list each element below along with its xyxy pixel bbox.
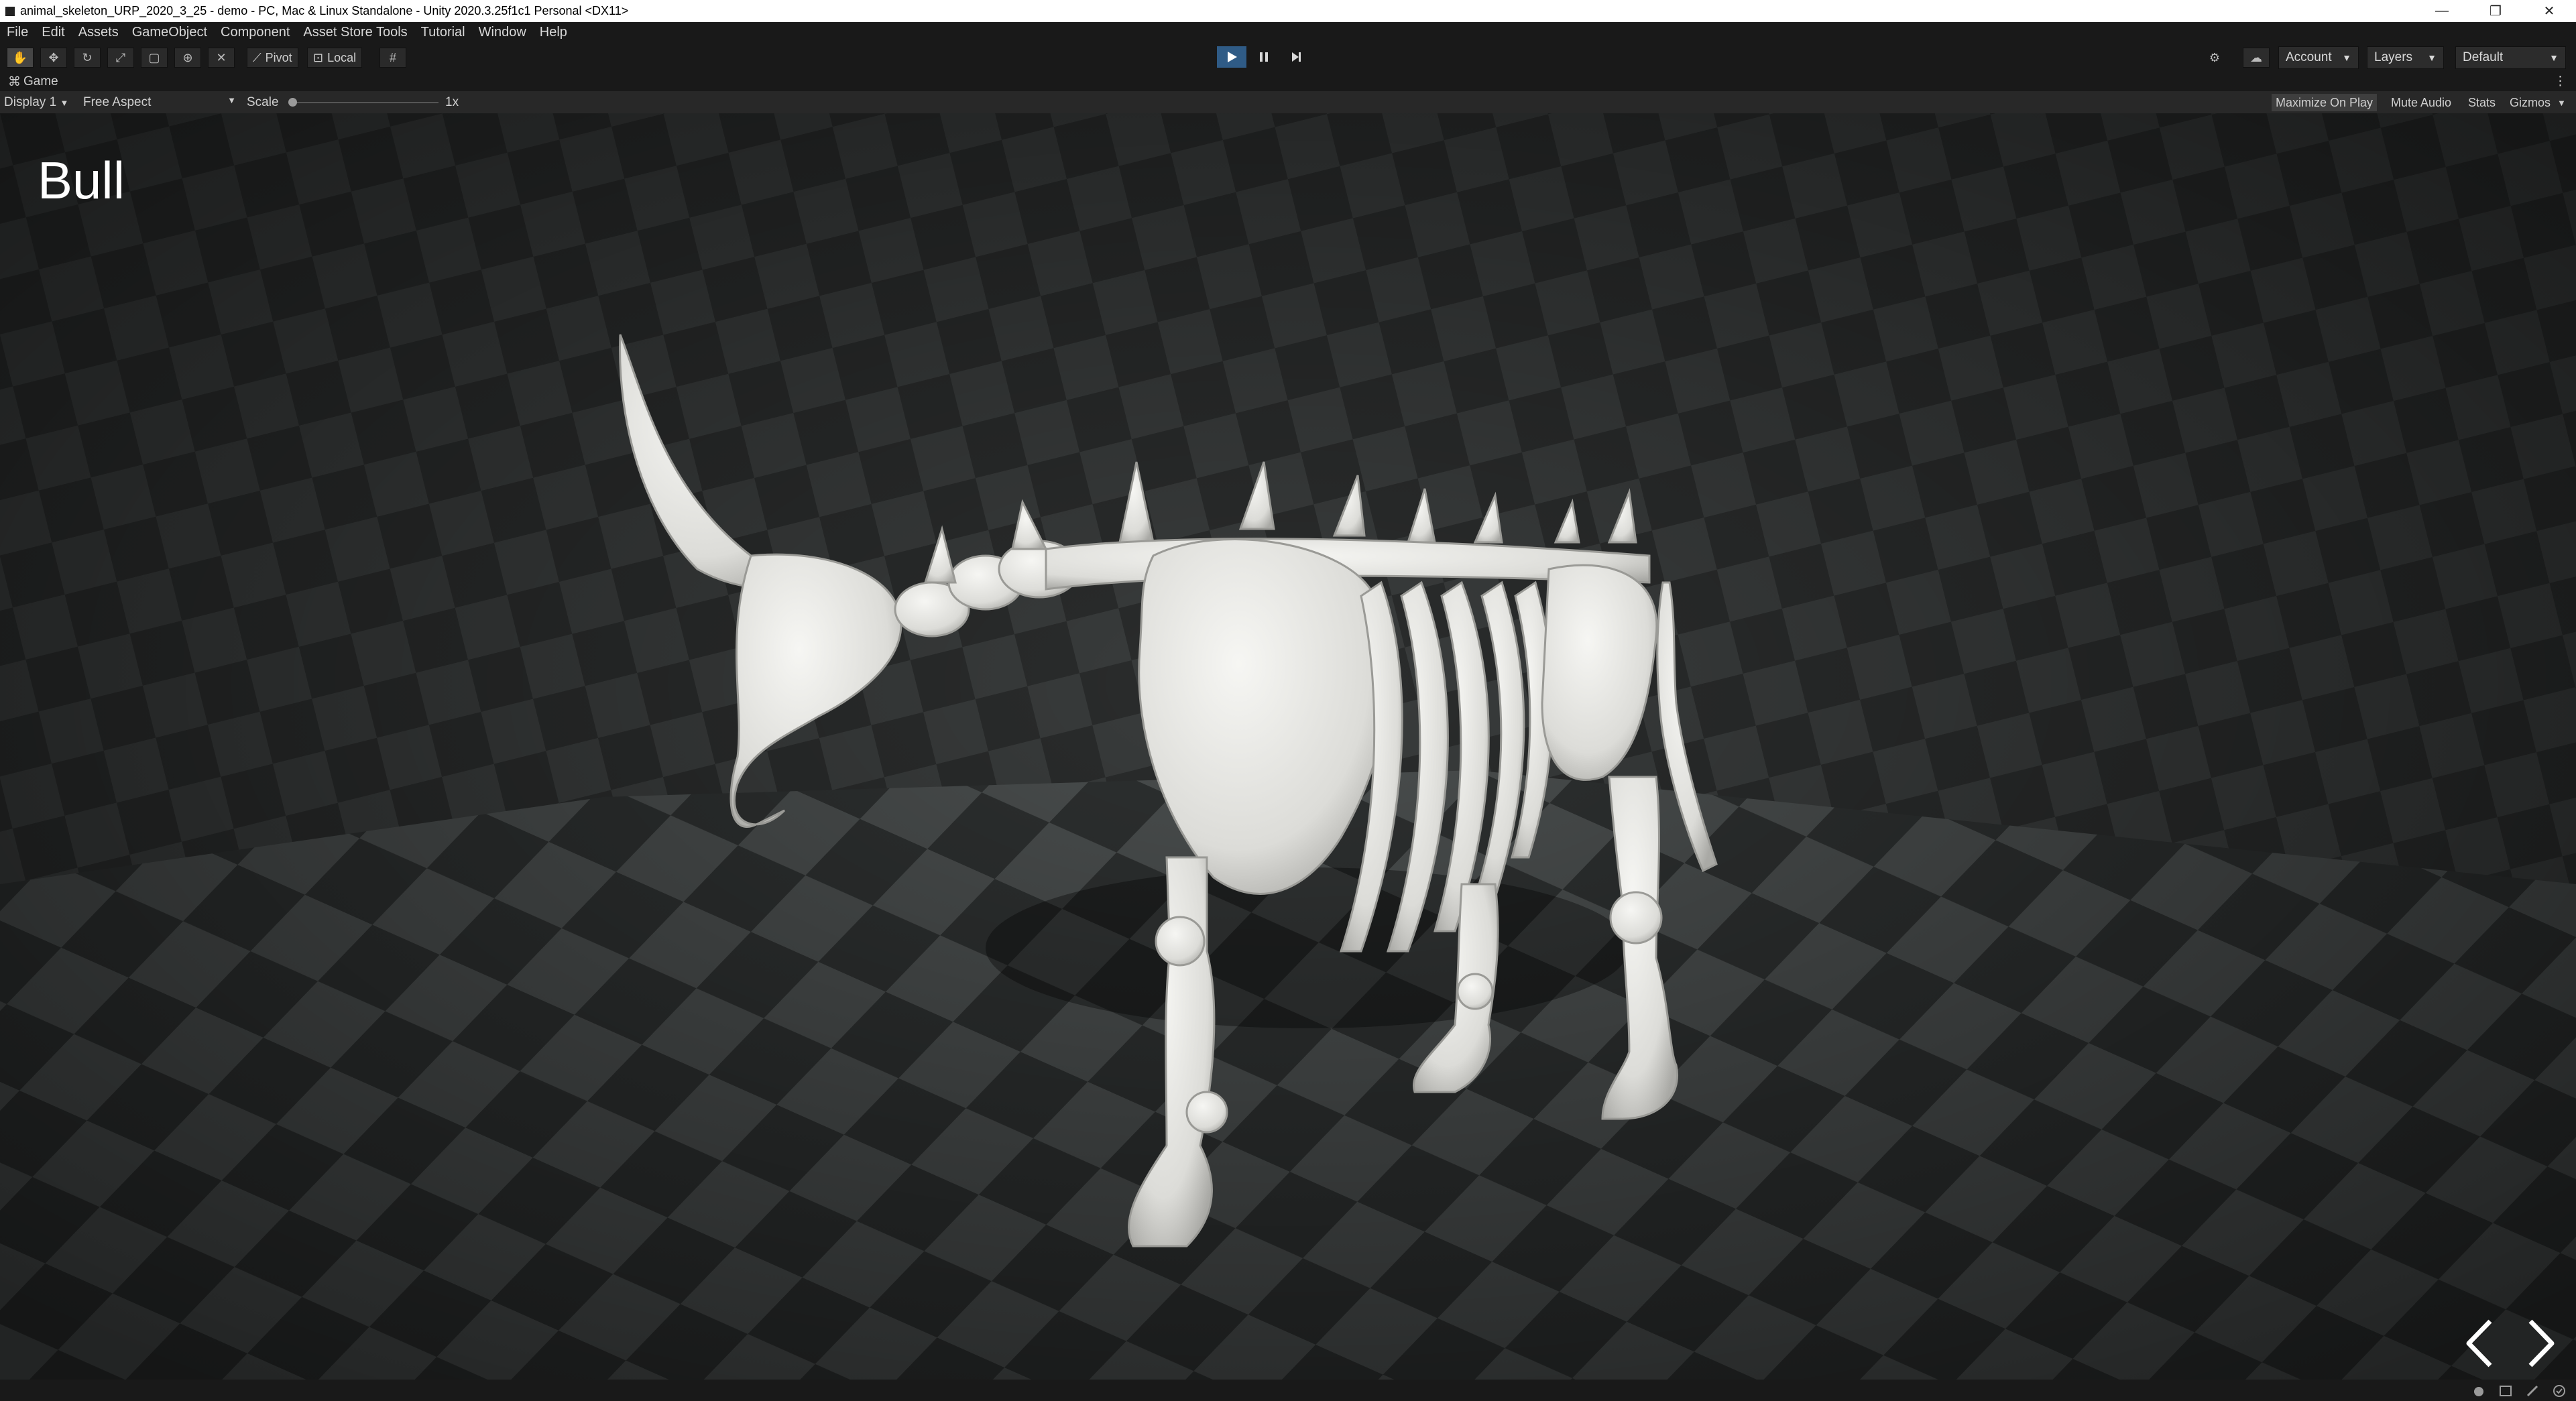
aspect-label: Free Aspect (83, 95, 152, 109)
pivot-toggle[interactable]: ⟋ Pivot (247, 48, 298, 68)
chevron-down-icon: ▼ (2549, 52, 2559, 63)
display-label: Display 1 (4, 95, 57, 109)
ankle-joint (1185, 1091, 1228, 1134)
chevron-down-icon: ▼ (2557, 97, 2566, 108)
chevron-down-icon: ▼ (2342, 52, 2351, 63)
scale-label: Scale (247, 95, 279, 109)
rect-tool-icon[interactable]: ▢ (141, 48, 168, 68)
stats-button[interactable]: Stats (2464, 94, 2500, 111)
cloud-icon[interactable]: ☁ (2243, 48, 2270, 68)
move-tool-icon[interactable]: ✥ (40, 48, 67, 68)
scale-slider-track[interactable] (290, 102, 438, 103)
graph-icon[interactable] (2498, 1384, 2513, 1398)
menu-tutorial[interactable]: Tutorial (414, 25, 472, 40)
rotate-tool-icon[interactable]: ↻ (74, 48, 101, 68)
unity-logo-icon (5, 6, 15, 16)
window-titlebar: animal_skeleton_URP_2020_3_25 - demo - P… (0, 0, 2576, 22)
tab-game-label: Game (23, 74, 58, 88)
mute-audio-button[interactable]: Mute Audio (2387, 94, 2455, 111)
layers-dropdown[interactable]: Layers ▼ (2367, 46, 2444, 69)
transform-tool-icon[interactable]: ⊕ (174, 48, 201, 68)
game-viewport[interactable]: Bull (0, 113, 2576, 1380)
pause-icon (1260, 52, 1268, 62)
play-icon (1228, 52, 1237, 62)
hock-joint (1609, 891, 1663, 945)
restore-button[interactable]: ❐ (2469, 0, 2522, 22)
menu-gameobject[interactable]: GameObject (125, 25, 214, 40)
display-dropdown[interactable]: Display 1 ▼ (4, 95, 68, 110)
scale-slider-handle[interactable] (288, 98, 297, 107)
window-title: animal_skeleton_URP_2020_3_25 - demo - P… (20, 4, 629, 17)
pause-button[interactable] (1249, 46, 1279, 68)
pivot-icon: ⟋ (253, 50, 261, 64)
prev-button[interactable] (2461, 1313, 2501, 1374)
layout-dropdown[interactable]: Default ▼ (2455, 46, 2566, 69)
aspect-dropdown[interactable]: Free Aspect ▼ (83, 95, 236, 110)
services-gear-icon[interactable]: ⚙ (2201, 48, 2228, 68)
skeleton-shadow (986, 867, 1629, 1028)
more-options-icon[interactable]: ⋮ (2554, 74, 2567, 89)
local-toggle[interactable]: ⊡ Local (307, 48, 363, 68)
pivot-label: Pivot (265, 50, 292, 64)
hand-tool-icon[interactable]: ✋ (7, 48, 34, 68)
layout-label: Default (2463, 50, 2504, 64)
account-dropdown[interactable]: Account ▼ (2278, 46, 2359, 69)
scene-render (0, 113, 2576, 1380)
step-button[interactable] (1281, 46, 1311, 68)
next-button[interactable] (2520, 1313, 2560, 1374)
snap-grid-icon[interactable]: # (379, 48, 406, 68)
menu-edit[interactable]: Edit (35, 25, 71, 40)
chevron-down-icon: ▼ (60, 98, 69, 108)
menu-help[interactable]: Help (533, 25, 574, 40)
gizmos-label: Gizmos (2510, 95, 2551, 109)
step-icon (1292, 52, 1301, 62)
local-icon: ⊡ (313, 50, 324, 64)
chevron-down-icon: ▼ (227, 95, 236, 105)
scale-value: 1x (445, 95, 459, 109)
menu-asset-store-tools[interactable]: Asset Store Tools (296, 25, 414, 40)
game-view-toolbar: Display 1 ▼ Free Aspect ▼ Scale 1x Maximi… (0, 91, 2576, 114)
check-icon[interactable] (2552, 1384, 2567, 1398)
knee-joint (1456, 973, 1494, 1010)
scale-tool-icon[interactable]: ⤢ (107, 48, 134, 68)
tab-game[interactable]: ⌘ Game (0, 74, 66, 90)
menu-file[interactable]: File (0, 25, 35, 40)
chevron-left-icon (2466, 1319, 2492, 1367)
menu-window[interactable]: Window (472, 25, 533, 40)
menu-bar: File Edit Assets GameObject Component As… (0, 22, 2576, 42)
local-label: Local (327, 50, 357, 64)
chevron-down-icon: ▼ (2427, 52, 2437, 63)
account-label: Account (2286, 50, 2332, 64)
minimize-button[interactable]: — (2415, 0, 2469, 22)
custom-tool-icon[interactable]: ✕ (208, 48, 235, 68)
close-button[interactable]: ✕ (2522, 0, 2576, 22)
maximize-on-play-button[interactable]: Maximize On Play (2272, 94, 2378, 111)
gizmos-button[interactable]: Gizmos ▼ (2506, 94, 2570, 111)
chevron-right-icon (2528, 1319, 2555, 1367)
layers-label: Layers (2374, 50, 2413, 64)
debug-icon[interactable] (2525, 1384, 2540, 1398)
scene-title: Bull (38, 151, 125, 210)
knee-joint (1155, 916, 1206, 967)
tab-bar: ⌘ Game ⋮ (0, 72, 2576, 91)
bug-icon[interactable] (2471, 1384, 2486, 1398)
play-button[interactable] (1217, 46, 1246, 68)
menu-assets[interactable]: Assets (72, 25, 125, 40)
menu-component[interactable]: Component (214, 25, 296, 40)
gamepad-icon: ⌘ (8, 74, 21, 89)
main-toolbar: ✋ ✥ ↻ ⤢ ▢ ⊕ ✕ ⟋ Pivot ⊡ Local # ⚙ ☁ Accoun… (0, 42, 2576, 74)
status-bar (0, 1380, 2576, 1401)
